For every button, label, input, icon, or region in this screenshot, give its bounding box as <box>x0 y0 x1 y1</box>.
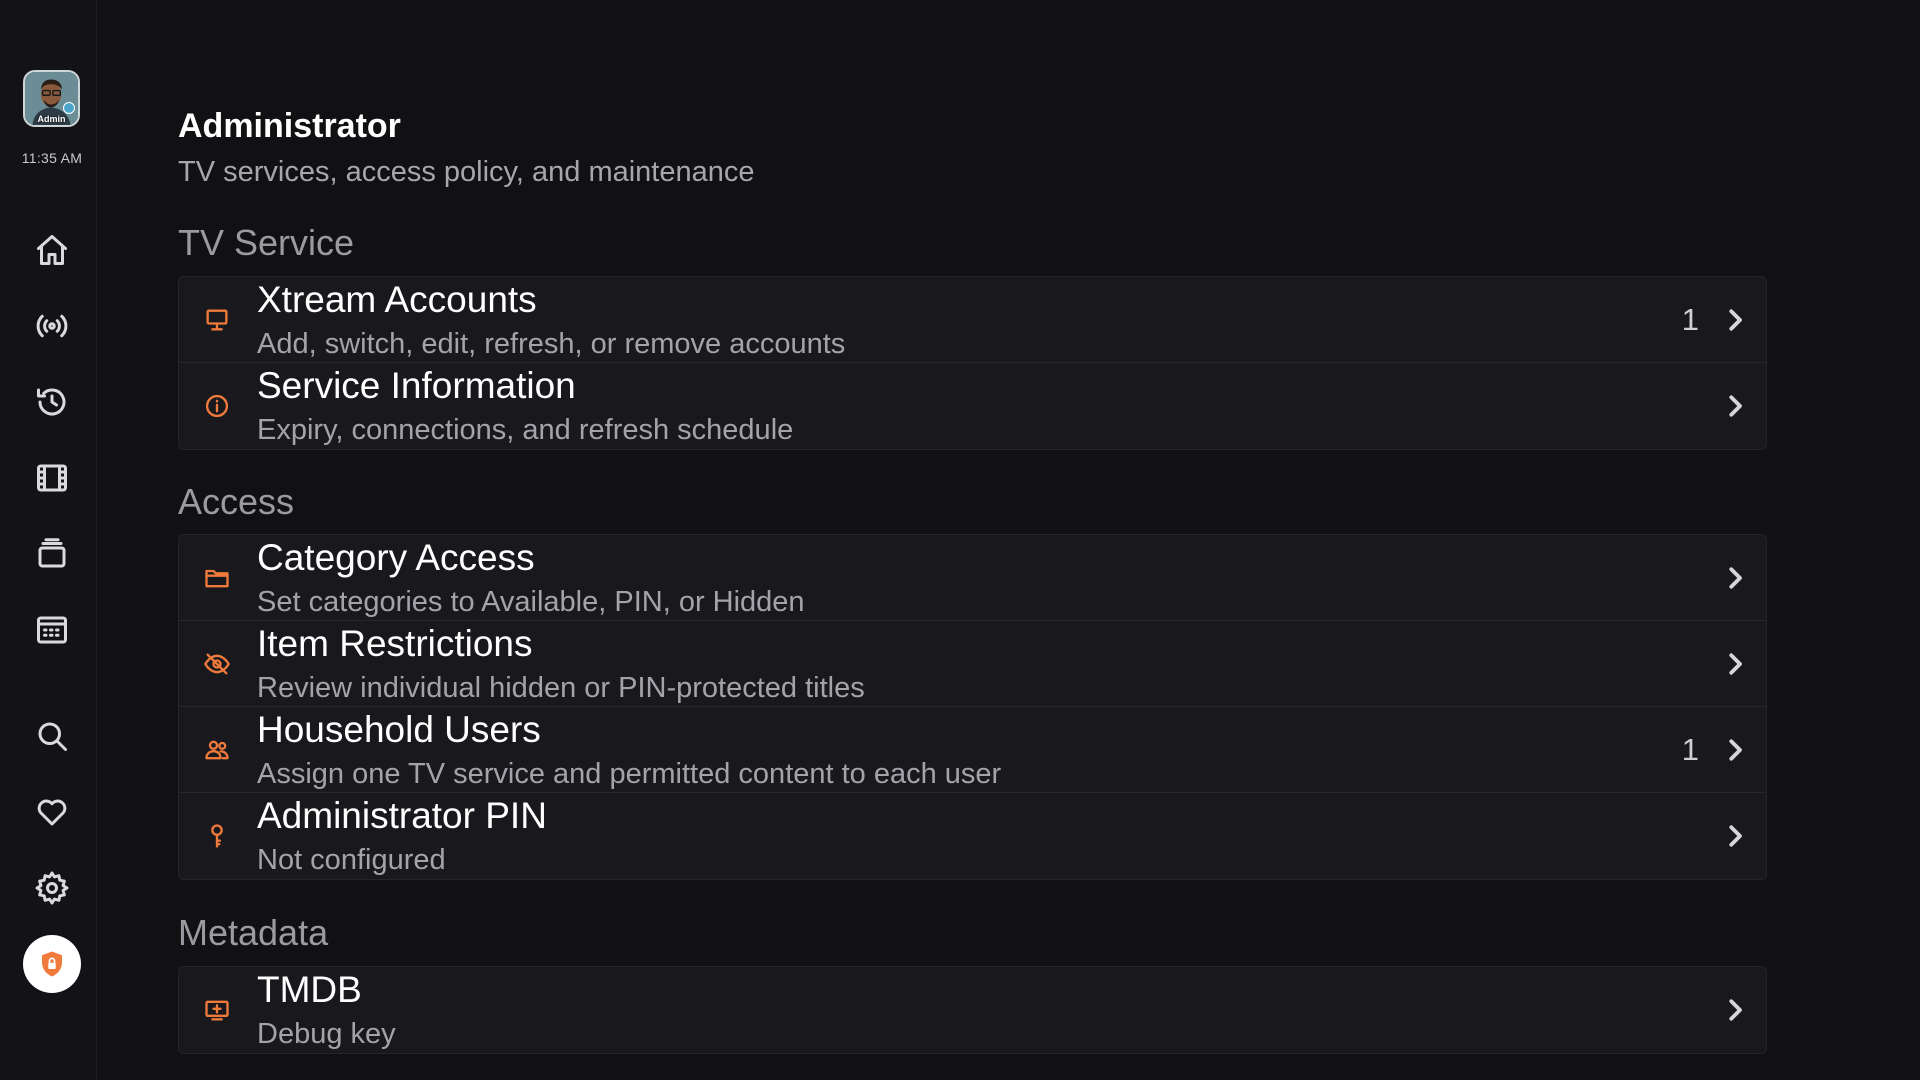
admin-lock-nav-button[interactable] <box>23 935 81 993</box>
row-service-information[interactable]: Service Information Expiry, connections,… <box>179 363 1766 449</box>
row-subtitle: Debug key <box>257 1018 396 1050</box>
row-subtitle: Assign one TV service and permitted cont… <box>257 758 1002 790</box>
access-card: Category Access Set categories to Availa… <box>178 534 1767 880</box>
row-title: Category Access <box>257 537 535 578</box>
page-title: Administrator <box>178 107 401 145</box>
chevron-right-icon <box>1720 821 1750 851</box>
sidebar: Admin 11:35 AM <box>0 0 97 1080</box>
chevron-right-icon <box>1720 305 1750 335</box>
section-title-tv-service: TV Service <box>178 222 355 263</box>
metadata-card: TMDB Debug key <box>178 966 1767 1054</box>
lock-icon <box>42 951 62 977</box>
row-title: TMDB <box>257 969 362 1010</box>
series-stack-icon[interactable] <box>32 534 72 574</box>
row-tmdb[interactable]: TMDB Debug key <box>179 967 1766 1053</box>
row-subtitle: Set categories to Available, PIN, or Hid… <box>257 586 805 618</box>
row-title: Administrator PIN <box>257 795 547 836</box>
history-icon[interactable] <box>32 382 72 422</box>
eye-off-icon <box>203 650 231 678</box>
row-administrator-pin[interactable]: Administrator PIN Not configured <box>179 793 1766 879</box>
folder-icon <box>203 564 231 592</box>
row-count: 1 <box>1681 732 1699 767</box>
chevron-right-icon <box>1720 995 1750 1025</box>
page-subtitle: TV services, access policy, and maintena… <box>178 156 755 188</box>
key-icon <box>203 822 231 850</box>
chevron-right-icon <box>1720 563 1750 593</box>
search-icon[interactable] <box>32 716 72 756</box>
row-xtream-accounts[interactable]: Xtream Accounts Add, switch, edit, refre… <box>179 277 1766 363</box>
row-category-access[interactable]: Category Access Set categories to Availa… <box>179 535 1766 621</box>
tv-service-card: Xtream Accounts Add, switch, edit, refre… <box>178 276 1767 450</box>
row-title: Xtream Accounts <box>257 279 537 320</box>
chevron-right-icon <box>1720 391 1750 421</box>
row-subtitle: Not configured <box>257 844 446 876</box>
clock: 11:35 AM <box>21 150 83 166</box>
row-title: Item Restrictions <box>257 623 533 664</box>
row-subtitle: Review individual hidden or PIN-protecte… <box>257 672 865 704</box>
row-item-restrictions[interactable]: Item Restrictions Review individual hidd… <box>179 621 1766 707</box>
chevron-right-icon <box>1720 735 1750 765</box>
tv-add-icon <box>203 996 231 1024</box>
section-title-access: Access <box>178 481 295 522</box>
film-icon[interactable] <box>32 458 72 498</box>
row-household-users[interactable]: Household Users Assign one TV service an… <box>179 707 1766 793</box>
row-title: Service Information <box>257 365 576 406</box>
home-icon[interactable] <box>32 230 72 270</box>
profile-shield-badge-icon <box>63 102 75 114</box>
profile-avatar[interactable]: Admin <box>23 70 80 127</box>
heart-icon[interactable] <box>32 792 72 832</box>
row-count: 1 <box>1681 302 1699 337</box>
live-broadcast-icon[interactable] <box>32 306 72 346</box>
profile-label: Admin <box>37 114 66 124</box>
info-icon <box>203 392 231 420</box>
chevron-right-icon <box>1720 649 1750 679</box>
row-subtitle: Add, switch, edit, refresh, or remove ac… <box>257 328 846 360</box>
row-title: Household Users <box>257 709 541 750</box>
monitor-icon <box>203 306 231 334</box>
row-subtitle: Expiry, connections, and refresh schedul… <box>257 414 794 446</box>
users-icon <box>203 736 231 764</box>
section-title-metadata: Metadata <box>178 912 329 953</box>
calendar-guide-icon[interactable] <box>32 610 72 650</box>
gear-icon[interactable] <box>32 868 72 908</box>
